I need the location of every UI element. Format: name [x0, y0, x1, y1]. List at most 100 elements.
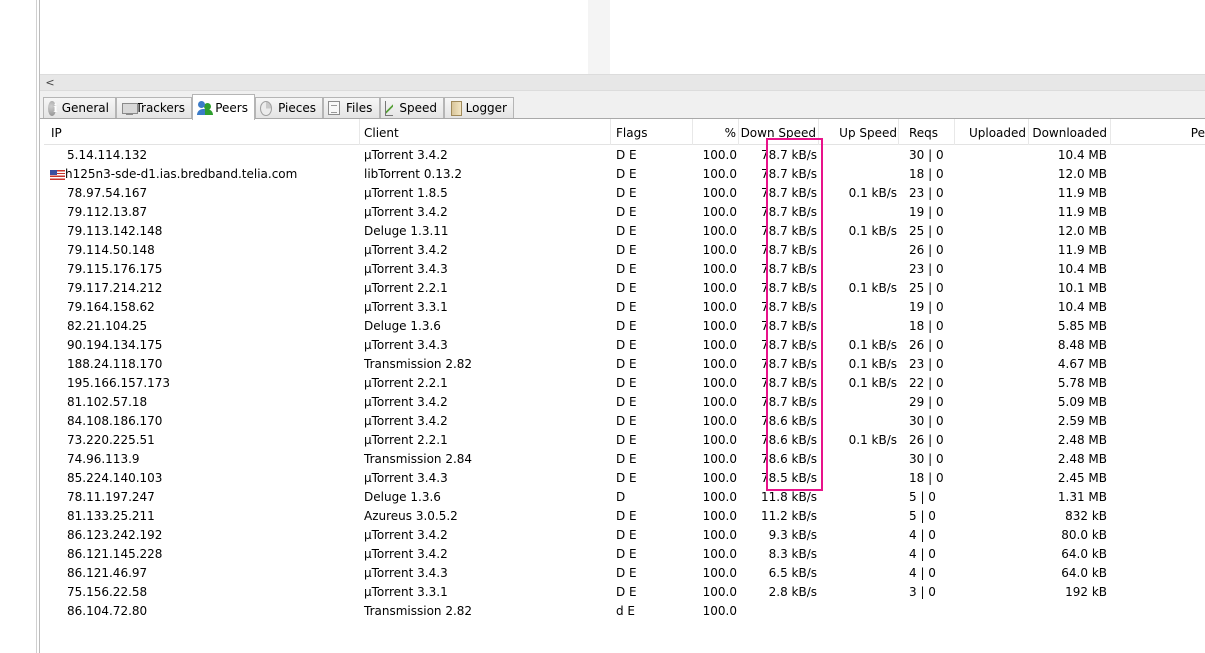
peer-downloaded: 2.48 MB [1057, 452, 1107, 466]
tab-general[interactable]: General [43, 97, 116, 118]
table-row[interactable]: 79.164.158.62 µTorrent 3.3.1 D E 100.0 78.7 … [44, 298, 1205, 317]
table-row[interactable]: 90.194.134.175 µTorrent 3.4.3 D E 100.0 78.7… [44, 336, 1205, 355]
peer-down-speed: 8.3 kB/s [768, 547, 817, 561]
peer-down-speed [739, 602, 817, 621]
peer-reqs: 4 | 0 [909, 566, 936, 580]
scroll-left-arrow-icon[interactable]: < [44, 75, 56, 90]
table-row[interactable]: 79.114.50.148 µTorrent 3.4.2 D E 100.0 78.7 … [44, 241, 1205, 260]
column-header-reqs[interactable]: Reqs [899, 119, 955, 145]
peer-percent: 100.0 [702, 604, 737, 618]
tab-pieces[interactable]: Pieces [255, 97, 323, 118]
peer-reqs: 18 | 0 [909, 471, 944, 485]
table-row[interactable]: 73.220.225.51 µTorrent 2.2.1 D E 100.0 78.6 … [44, 431, 1205, 450]
peer-down-speed: 9.3 kB/s [768, 528, 817, 542]
table-row[interactable]: 81.102.57.18 µTorrent 3.4.2 D E 100.0 78.7 k… [44, 393, 1205, 412]
tab-logger[interactable]: Logger [444, 97, 514, 118]
column-header-peer-dl[interactable]: Pe [1111, 119, 1205, 145]
peer-percent: 100.0 [702, 585, 737, 599]
table-row[interactable]: 81.133.25.211 Azureus 3.0.5.2 D E 100.0 11.2… [44, 507, 1205, 526]
peer-flags: D E [616, 357, 637, 371]
table-row[interactable]: 75.156.22.58 µTorrent 3.3.1 D E 100.0 2.8 kB… [44, 583, 1205, 602]
table-row[interactable]: 86.123.242.192 µTorrent 3.4.2 D E 100.0 9.3 … [44, 526, 1205, 545]
table-row[interactable]: 86.121.145.228 µTorrent 3.4.2 D E 100.0 8.3 … [44, 545, 1205, 564]
table-row[interactable]: h125n3-sde-d1.ias.bredband.telia.com libT… [44, 165, 1205, 184]
tab-speed[interactable]: Speed [380, 97, 444, 118]
column-header-uploaded[interactable]: Uploaded [955, 119, 1029, 145]
column-header-percent[interactable]: % [693, 119, 739, 145]
peer-up-speed: 0.1 kB/s [848, 224, 897, 238]
peer-up-speed [819, 526, 897, 545]
peer-client: µTorrent 3.4.2 [364, 414, 448, 428]
peer-reqs: 30 | 0 [909, 148, 944, 162]
table-row[interactable]: 79.113.142.148 Deluge 1.3.11 D E 100.0 78.7 … [44, 222, 1205, 241]
peer-downloaded: 64.0 kB [1061, 566, 1107, 580]
column-header-up-speed[interactable]: Up Speed [819, 119, 899, 145]
peer-flags: D E [616, 547, 637, 561]
peer-client: µTorrent 3.4.3 [364, 338, 448, 352]
column-header-down-speed[interactable]: Down Speed [739, 119, 819, 145]
peer-downloaded: 64.0 kB [1061, 547, 1107, 561]
peer-flags: D [616, 490, 626, 504]
peers-table-body: 5.14.114.132 µTorrent 3.4.2 D E 100.0 78.7 k… [44, 146, 1205, 621]
peer-up-speed: 0.1 kB/s [848, 433, 897, 447]
peer-up-speed [819, 260, 897, 279]
column-header-client[interactable]: Client [360, 119, 611, 145]
horizontal-scrollbar[interactable]: < [40, 74, 1205, 91]
tab-label: Speed [399, 101, 437, 115]
peer-up-speed [819, 488, 897, 507]
column-header-flags[interactable]: Flags [611, 119, 693, 145]
peer-down-speed: 78.7 kB/s [760, 338, 817, 352]
table-row[interactable]: 85.224.140.103 µTorrent 3.4.3 D E 100.0 78.5… [44, 469, 1205, 488]
peer-percent: 100.0 [702, 167, 737, 181]
peer-ip: 79.115.176.175 [67, 262, 163, 276]
peer-ip: 5.14.114.132 [67, 148, 148, 162]
table-row[interactable]: 86.104.72.80 Transmission 2.82 d E 100.0 [44, 602, 1205, 621]
peer-percent: 100.0 [702, 471, 737, 485]
peer-flags: D E [616, 167, 637, 181]
peer-percent: 100.0 [702, 243, 737, 257]
peer-flags: D E [616, 300, 637, 314]
table-row[interactable]: 79.115.176.175 µTorrent 3.4.3 D E 100.0 78.7… [44, 260, 1205, 279]
tab-peers[interactable]: Peers [192, 94, 255, 120]
tab-files[interactable]: Files [323, 97, 380, 118]
peer-ip: 81.102.57.18 [67, 395, 148, 409]
peer-downloaded: 11.9 MB [1057, 186, 1107, 200]
table-row[interactable]: 79.117.214.212 µTorrent 2.2.1 D E 100.0 78.7… [44, 279, 1205, 298]
peer-flags: D E [616, 205, 637, 219]
peer-ip: 86.123.242.192 [67, 528, 163, 542]
table-row[interactable]: 78.11.197.247 Deluge 1.3.6 D 100.0 11.8 kB/s… [44, 488, 1205, 507]
peer-down-speed: 78.5 kB/s [760, 471, 817, 485]
peer-reqs: 19 | 0 [909, 300, 944, 314]
table-row[interactable]: 74.96.113.9 Transmission 2.84 D E 100.0 78.6… [44, 450, 1205, 469]
table-row[interactable]: 188.24.118.170 Transmission 2.82 D E 100.0 7… [44, 355, 1205, 374]
peer-ip: 73.220.225.51 [67, 433, 155, 447]
column-header-downloaded[interactable]: Downloaded [1029, 119, 1111, 145]
table-row[interactable]: 195.166.157.173 µTorrent 2.2.1 D E 100.0 78.… [44, 374, 1205, 393]
table-row[interactable]: 86.121.46.97 µTorrent 3.4.3 D E 100.0 6.5 kB… [44, 564, 1205, 583]
peer-flags: D E [616, 148, 637, 162]
table-row[interactable]: 84.108.186.170 µTorrent 3.4.2 D E 100.0 78.6… [44, 412, 1205, 431]
peer-down-speed: 2.8 kB/s [768, 585, 817, 599]
table-row[interactable]: 79.112.13.87 µTorrent 3.4.2 D E 100.0 78.7 k… [44, 203, 1205, 222]
peer-percent: 100.0 [702, 376, 737, 390]
peer-up-speed [819, 146, 897, 165]
column-header-ip[interactable]: IP [44, 119, 360, 145]
peer-percent: 100.0 [702, 357, 737, 371]
tab-trackers[interactable]: Trackers [116, 97, 192, 118]
table-row[interactable]: 5.14.114.132 µTorrent 3.4.2 D E 100.0 78.7 k… [44, 146, 1205, 165]
torrent-list-pane [40, 0, 1205, 74]
table-row[interactable]: 82.21.104.25 Deluge 1.3.6 D E 100.0 78.7 kB/… [44, 317, 1205, 336]
peer-ip: 74.96.113.9 [67, 452, 140, 466]
peer-up-speed [819, 165, 897, 184]
peer-client: Deluge 1.3.6 [364, 490, 441, 504]
peer-down-speed: 78.7 kB/s [760, 262, 817, 276]
peer-up-speed [819, 203, 897, 222]
peer-downloaded: 10.4 MB [1057, 148, 1107, 162]
peer-client: µTorrent 1.8.5 [364, 186, 448, 200]
peer-downloaded: 2.59 MB [1057, 414, 1107, 428]
peer-ip: 86.121.145.228 [67, 547, 163, 561]
peer-down-speed: 78.7 kB/s [760, 281, 817, 295]
peer-downloaded: 11.9 MB [1057, 205, 1107, 219]
table-row[interactable]: 78.97.54.167 µTorrent 1.8.5 D E 100.0 78.7 k… [44, 184, 1205, 203]
peer-client: µTorrent 3.4.2 [364, 205, 448, 219]
